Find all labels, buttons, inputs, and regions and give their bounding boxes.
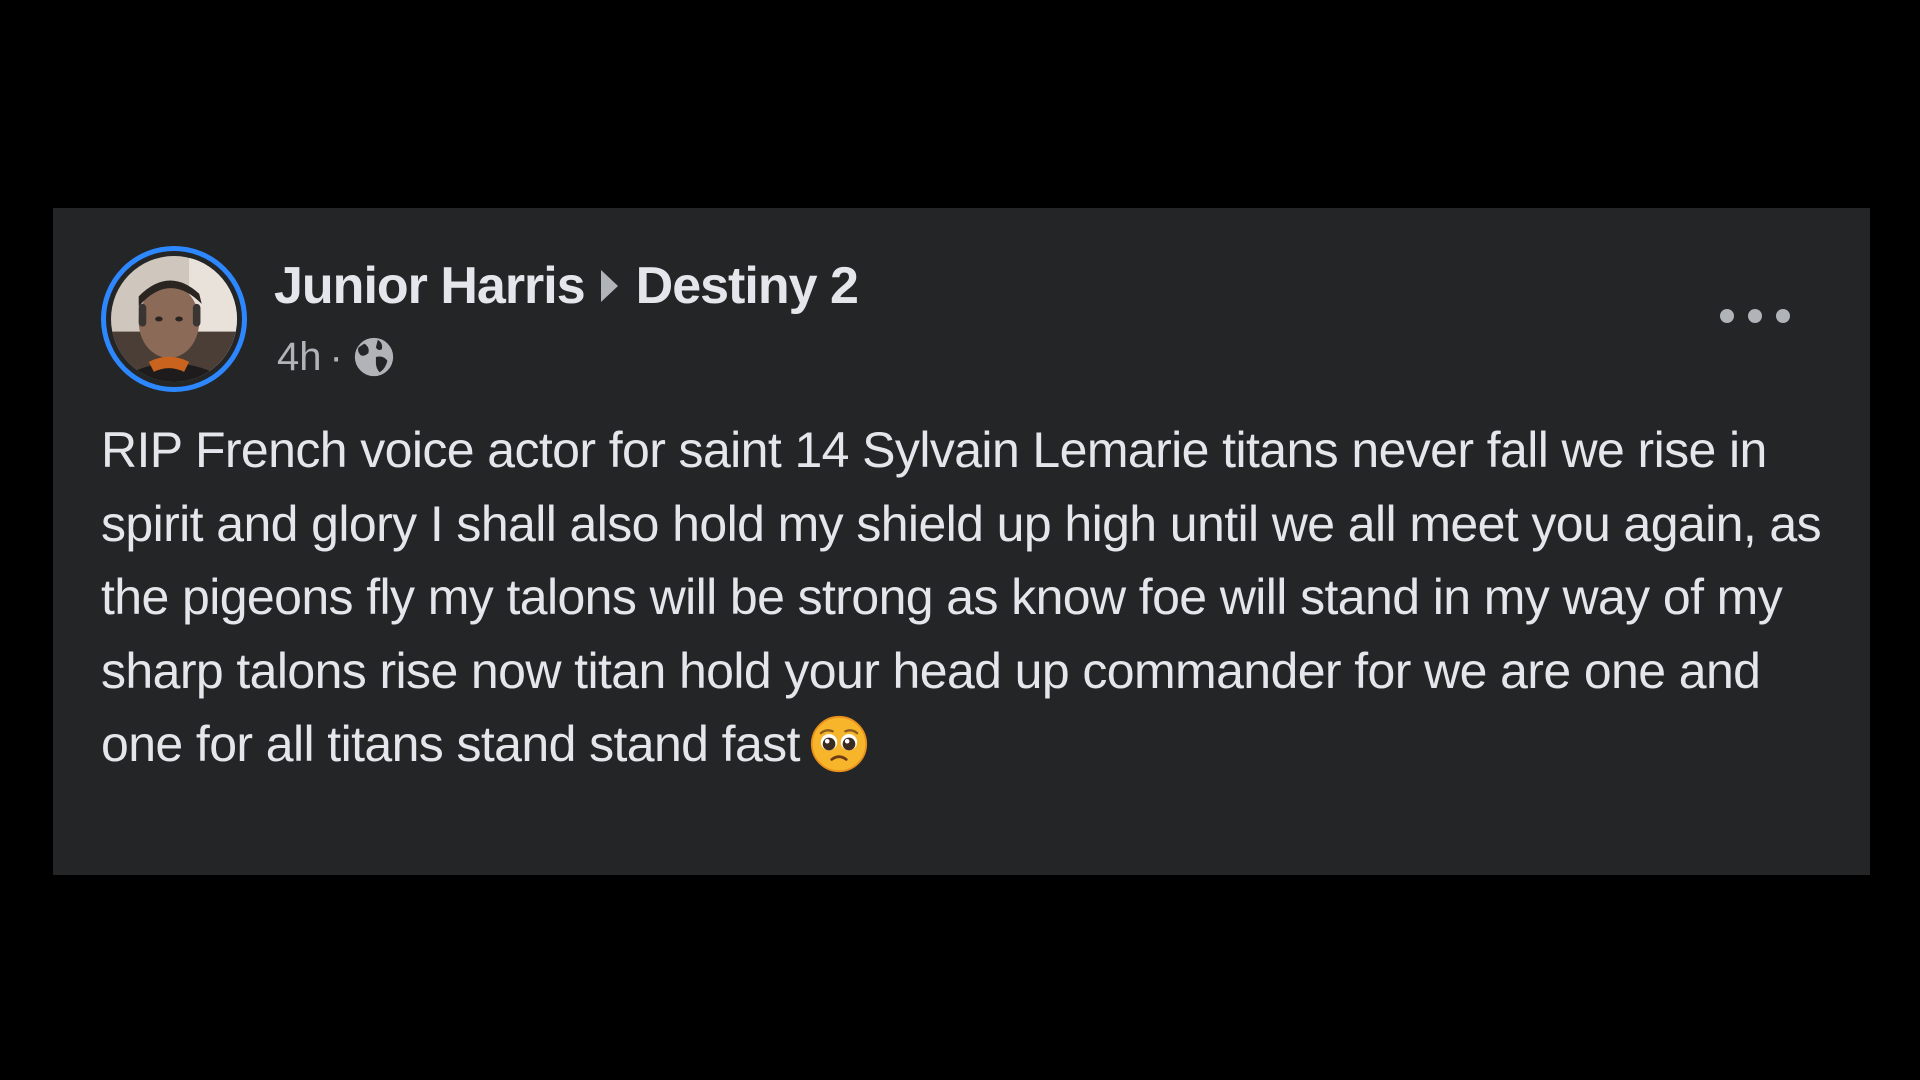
post-text: RIP French voice actor for saint 14 Sylv… xyxy=(101,422,1822,772)
group-name-link[interactable]: Destiny 2 xyxy=(636,256,859,316)
more-dot xyxy=(1776,309,1790,323)
post-meta: 4h · xyxy=(277,334,397,380)
meta-separator: · xyxy=(329,334,343,379)
post-header: Junior Harris Destiny 2 4h · xyxy=(101,246,1822,396)
caret-right-icon xyxy=(600,270,618,302)
post-title-line: Junior Harris Destiny 2 xyxy=(274,256,859,316)
post-timestamp[interactable]: 4h xyxy=(277,335,322,380)
avatar[interactable] xyxy=(101,246,247,392)
more-dot xyxy=(1748,309,1762,323)
author-name-link[interactable]: Junior Harris xyxy=(274,256,586,316)
avatar-image xyxy=(111,256,237,382)
more-dot xyxy=(1720,309,1734,323)
post-card: Junior Harris Destiny 2 4h · RIP French … xyxy=(53,208,1870,875)
more-options-icon[interactable] xyxy=(1720,301,1790,331)
globe-icon[interactable] xyxy=(351,334,397,380)
pleading-face-emoji-icon xyxy=(810,715,867,773)
post-body: RIP French voice actor for saint 14 Sylv… xyxy=(101,414,1841,782)
